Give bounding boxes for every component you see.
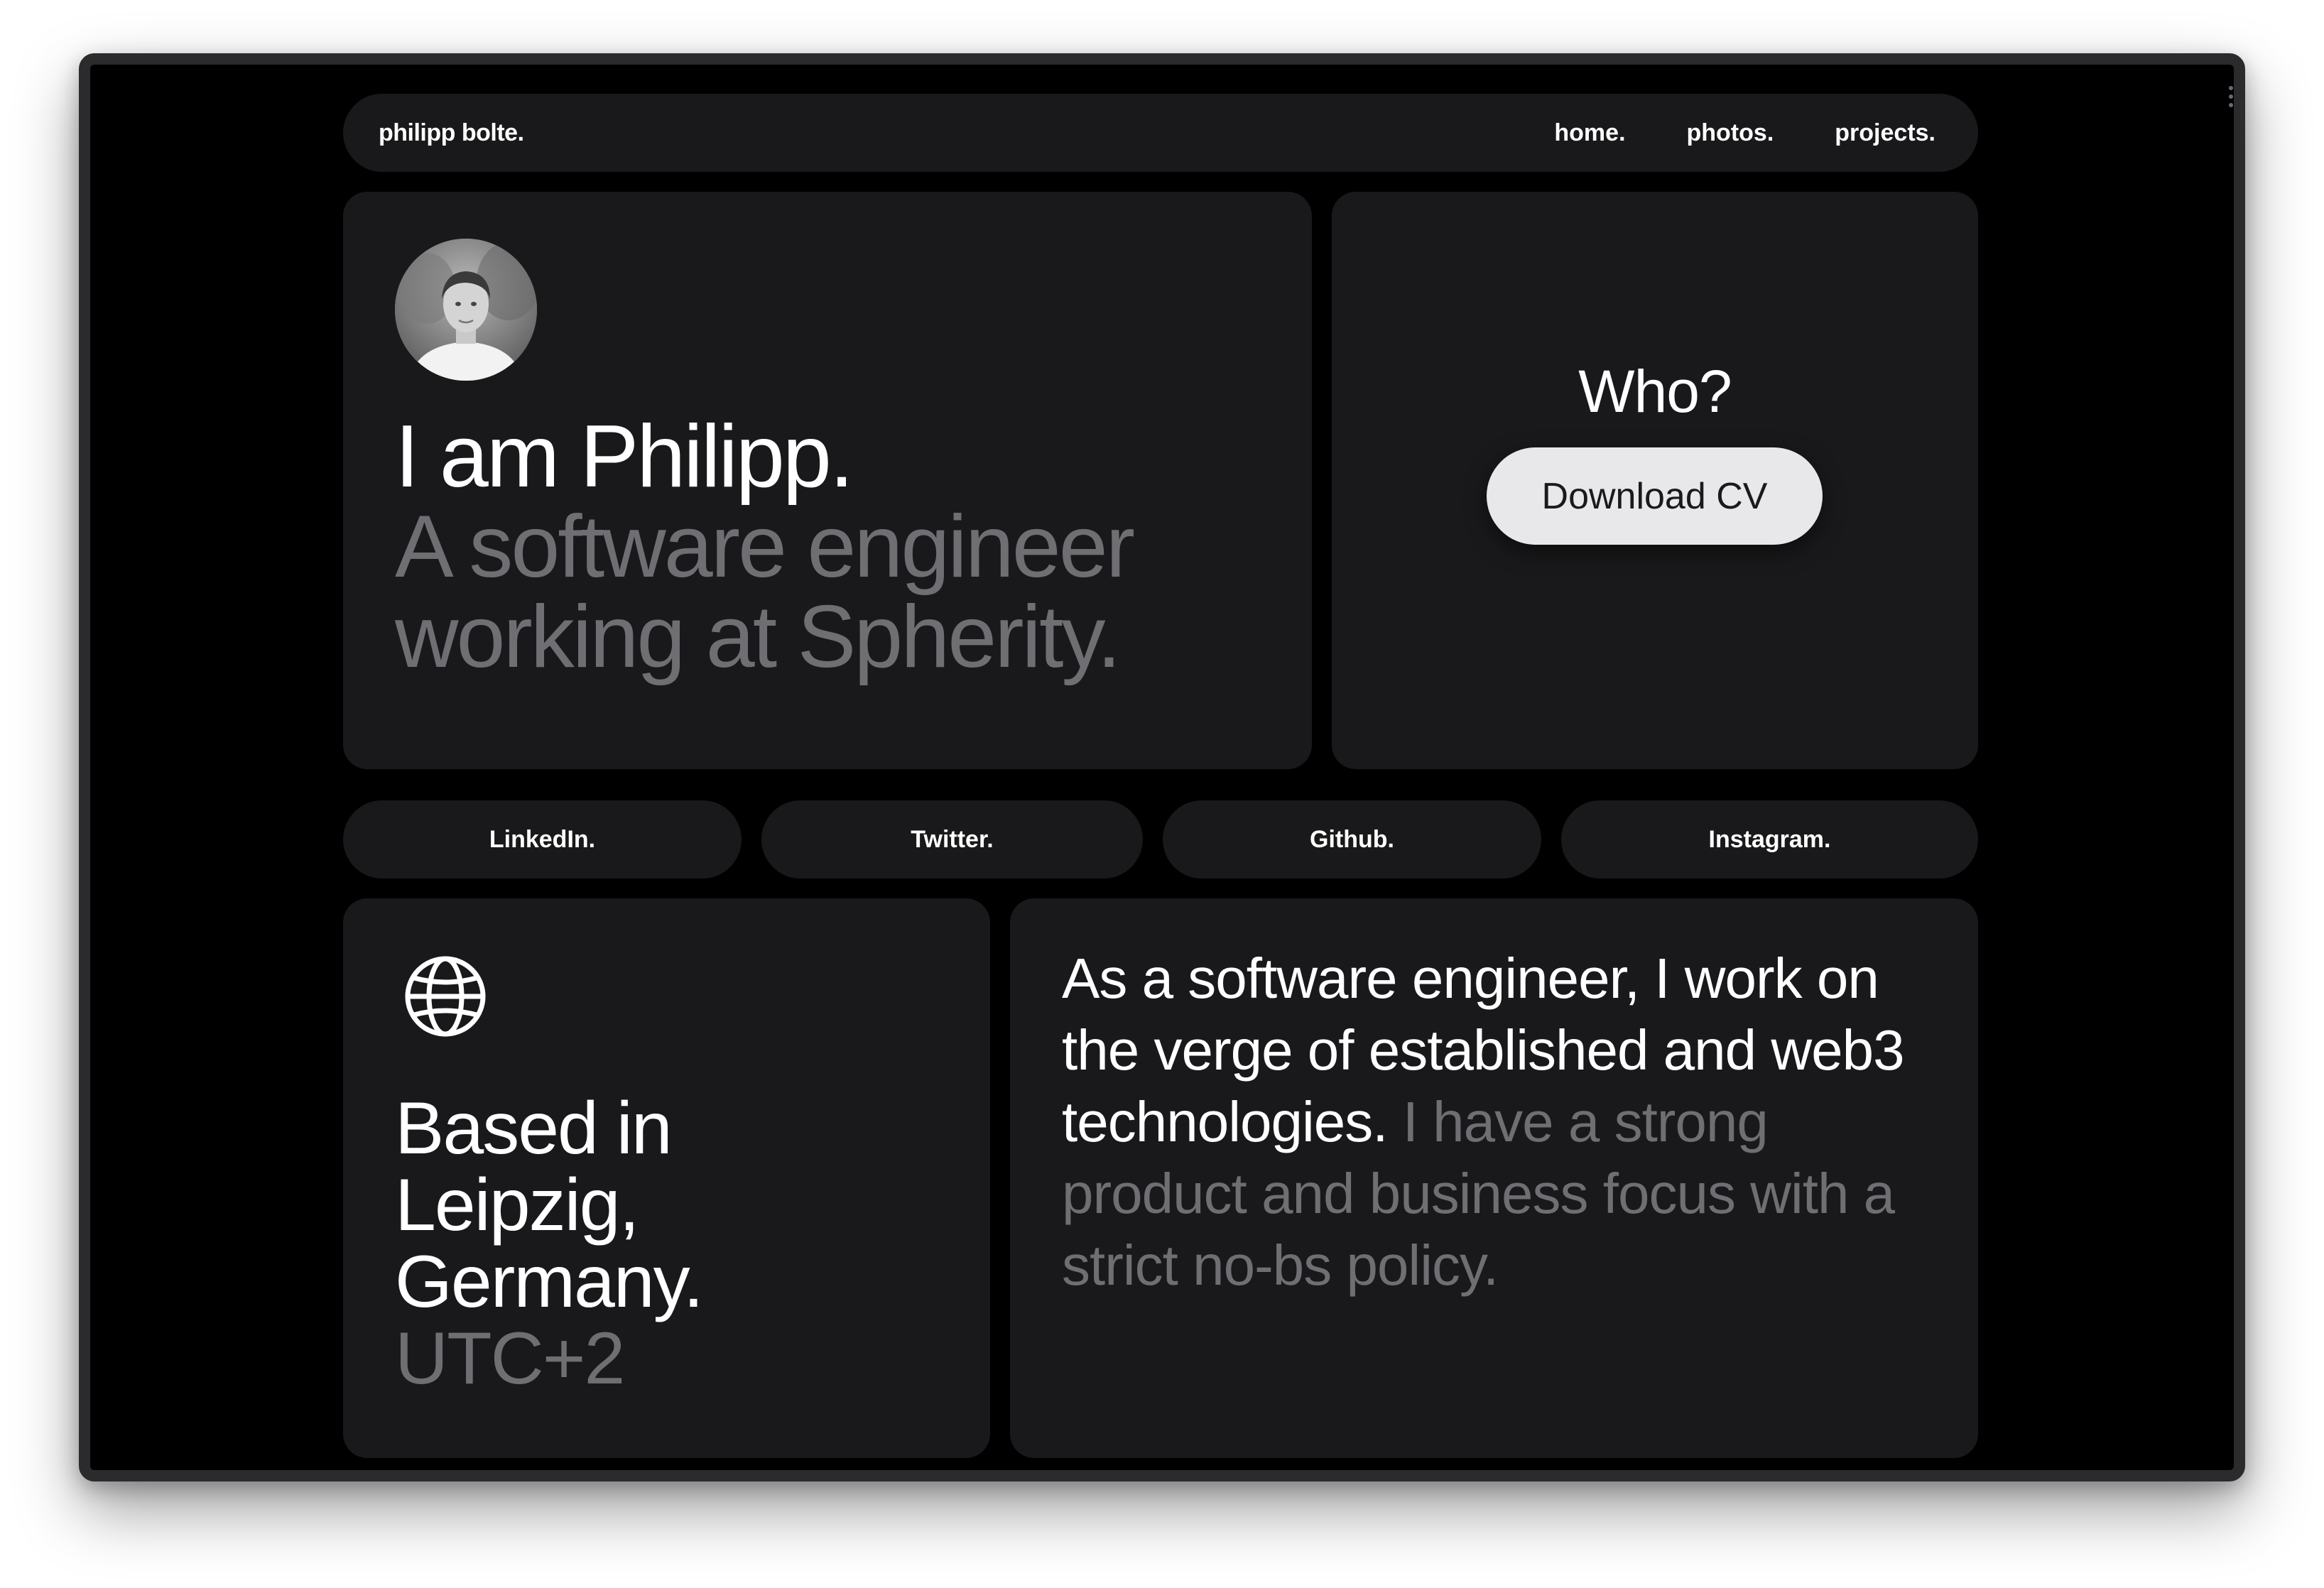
nav-link-home[interactable]: home.	[1554, 119, 1625, 147]
avatar	[395, 239, 537, 381]
browser-window: philipp bolte. home. photos. projects. I…	[79, 53, 2245, 1481]
social-link-instagram[interactable]: Instagram.	[1561, 800, 1978, 879]
social-link-github[interactable]: Github.	[1163, 800, 1541, 879]
top-navbar: philipp bolte. home. photos. projects.	[343, 94, 1978, 172]
avatar-photo	[395, 239, 537, 381]
about-card: As a software engineer, I work on the ve…	[1010, 898, 1978, 1458]
intro-text: I am Philipp. A software engineer workin…	[395, 412, 1283, 682]
nav-links: home. photos. projects.	[1554, 119, 1935, 147]
about-text: As a software engineer, I work on the ve…	[1062, 942, 1935, 1301]
location-label: Based in Leipzig, Germany.	[395, 1087, 704, 1323]
timezone-label: UTC+2	[395, 1317, 625, 1400]
intro-heading: I am Philipp.	[395, 408, 854, 506]
nav-link-projects[interactable]: projects.	[1835, 119, 1935, 147]
cv-card-title: Who?	[1578, 358, 1732, 425]
location-text: Based in Leipzig, Germany. UTC+2	[395, 1090, 793, 1397]
download-cv-button[interactable]: Download CV	[1487, 447, 1823, 545]
social-link-twitter[interactable]: Twitter.	[761, 800, 1143, 879]
intro-subheading: A software engineer working at Spherity.	[395, 498, 1135, 686]
globe-icon	[405, 956, 486, 1037]
intro-card: I am Philipp. A software engineer workin…	[343, 192, 1312, 769]
nav-link-photos[interactable]: photos.	[1687, 119, 1774, 147]
social-link-linkedin[interactable]: LinkedIn.	[343, 800, 742, 879]
cv-card: Who? Download CV	[1332, 192, 1978, 769]
location-card: Based in Leipzig, Germany. UTC+2	[343, 898, 990, 1458]
window-resize-handle[interactable]	[2228, 86, 2234, 107]
site-brand[interactable]: philipp bolte.	[379, 119, 524, 147]
